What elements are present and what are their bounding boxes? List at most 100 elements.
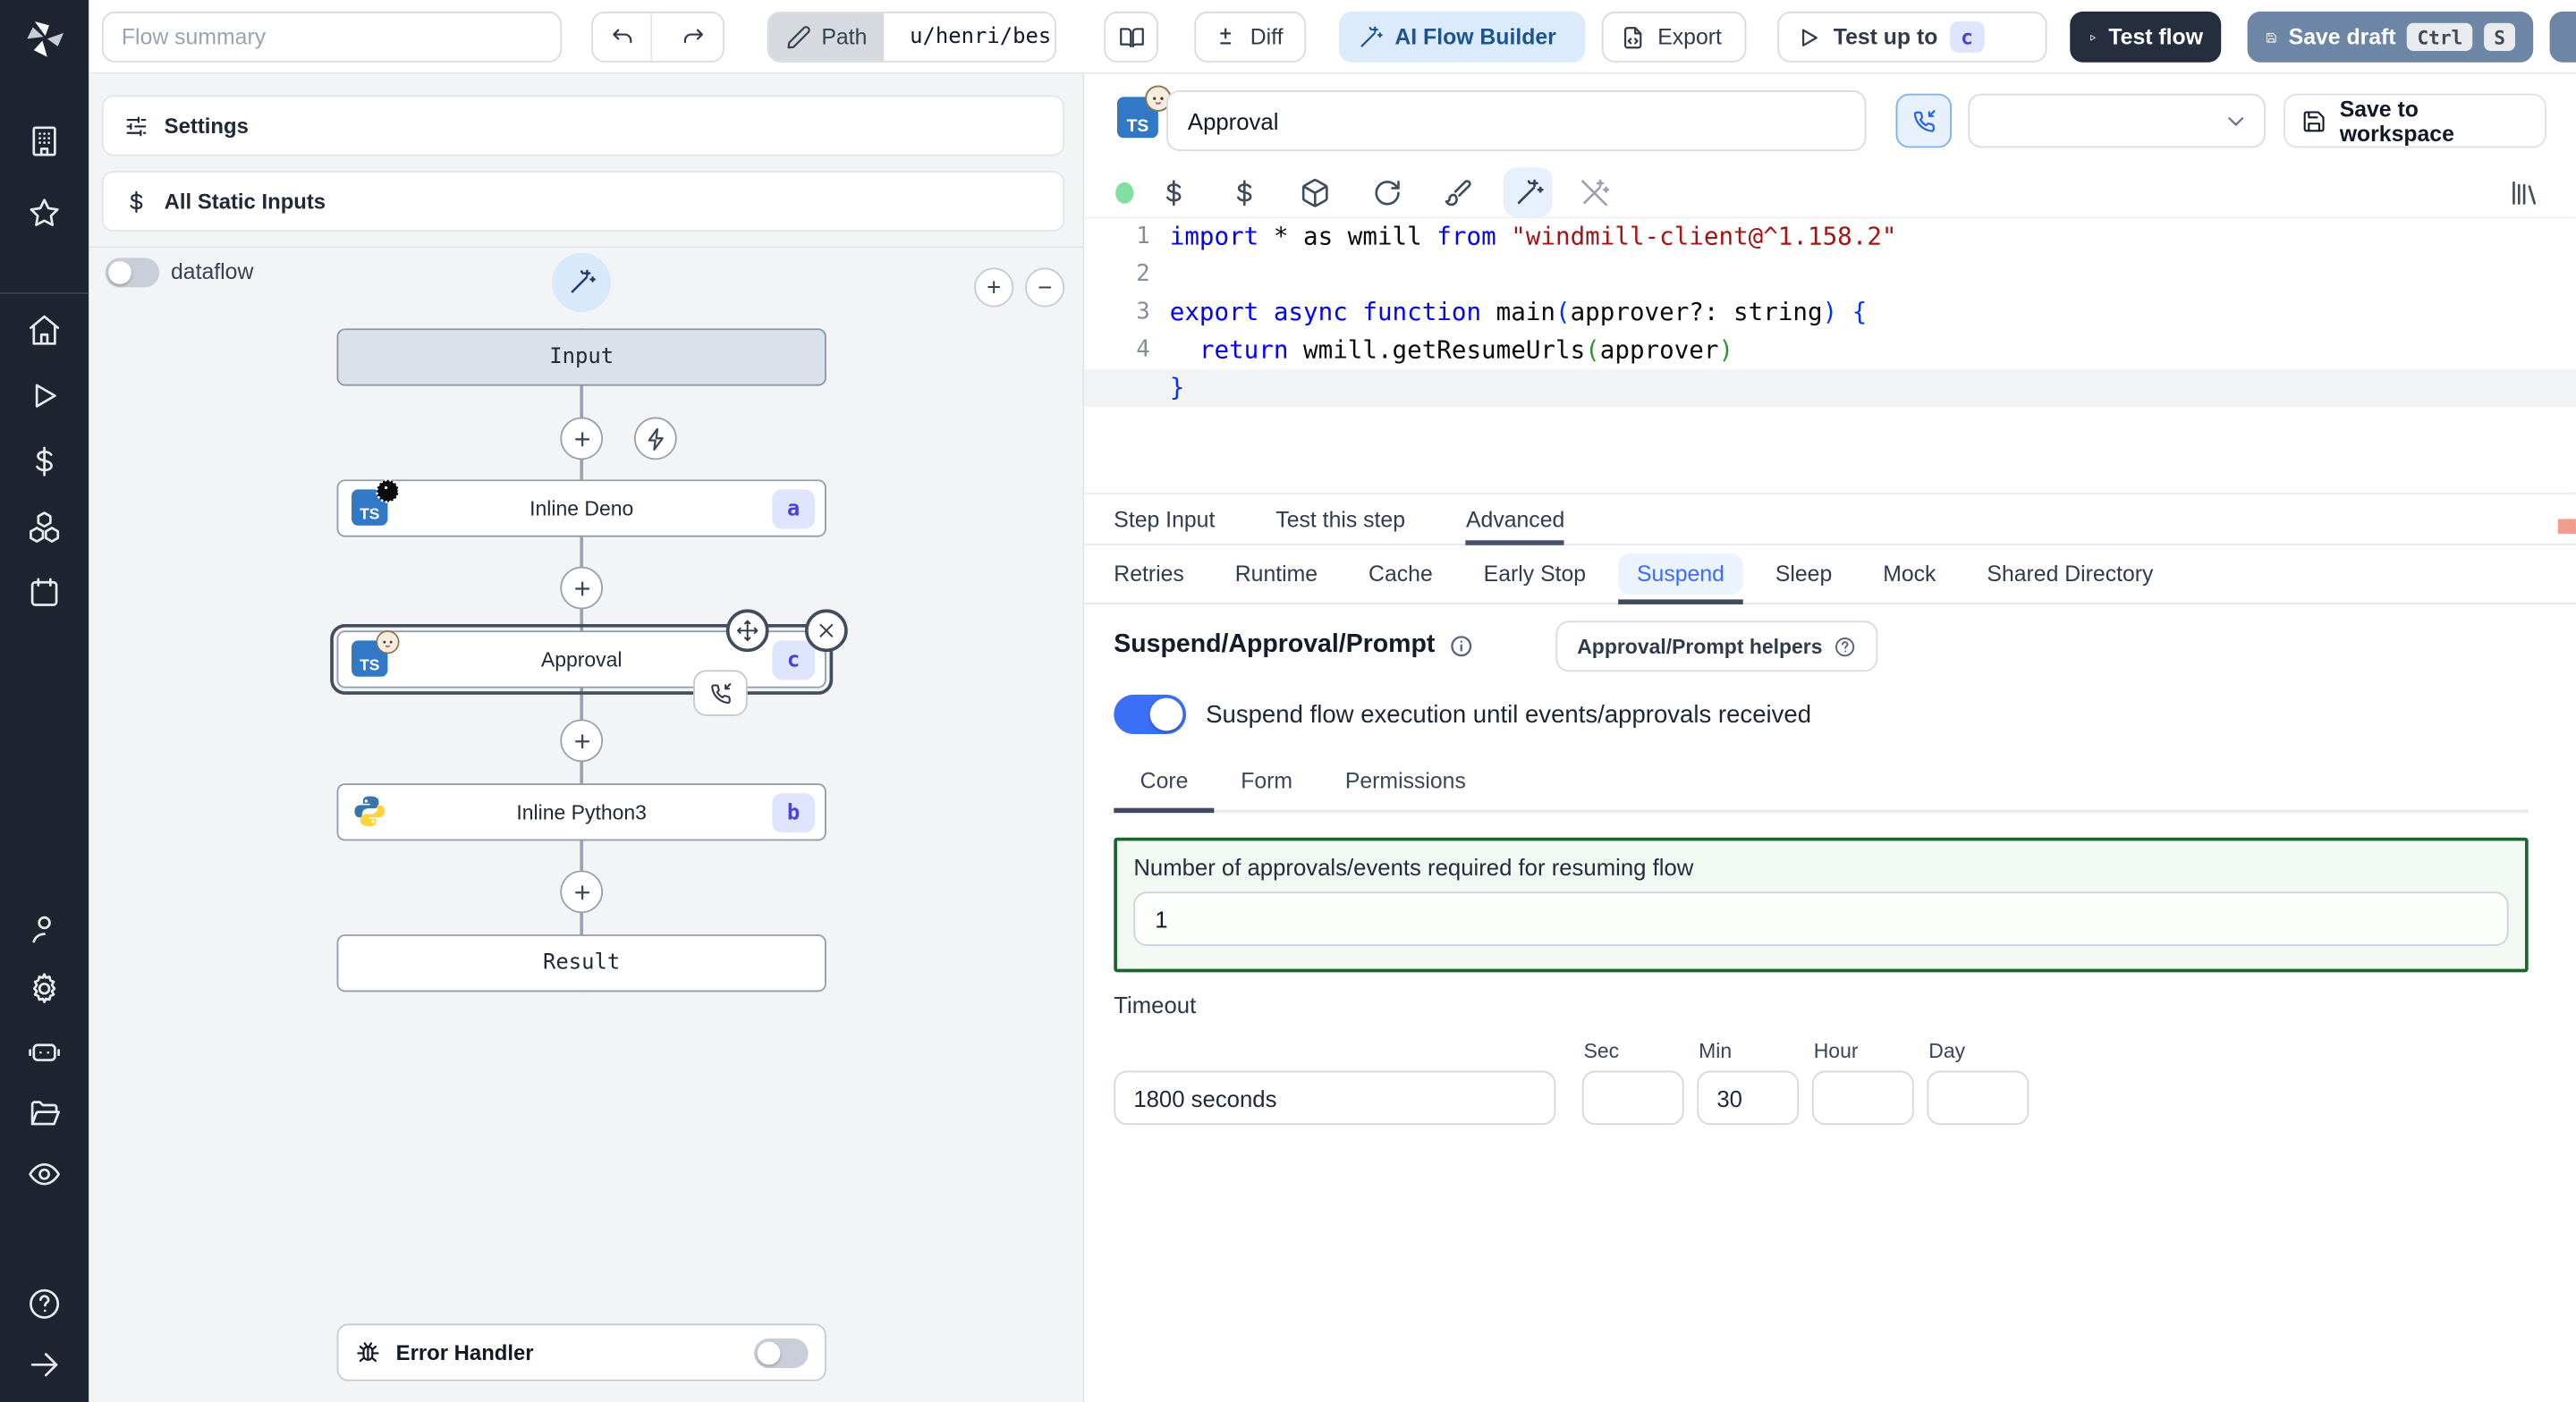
info-icon[interactable]	[1448, 633, 1473, 658]
delete-node-button[interactable]	[804, 609, 848, 653]
move-node-button[interactable]	[725, 609, 769, 653]
suspend-phone-button[interactable]	[1895, 93, 1952, 148]
resource-picker-button[interactable]	[1224, 173, 1263, 212]
library-icon	[2512, 180, 2536, 204]
error-handler-card[interactable]: Error Handler	[336, 1323, 826, 1381]
tab-cache[interactable]: Cache	[1368, 545, 1433, 603]
tab-early-stop[interactable]: Early Stop	[1484, 545, 1586, 603]
zoom-in-button[interactable]: +	[974, 267, 1014, 308]
code-line[interactable]: export async function main(approver?: st…	[1170, 294, 2576, 332]
settings-gear-icon[interactable]	[26, 970, 62, 1006]
all-static-inputs-button[interactable]: All Static Inputs	[101, 171, 1065, 232]
tab-suspend[interactable]: Suspend	[1618, 545, 1743, 604]
undo-button[interactable]	[593, 13, 653, 61]
variables-dollar-icon[interactable]	[26, 443, 62, 479]
file-code-icon	[1624, 26, 1642, 48]
ai-flow-builder-button[interactable]: AI Flow Builder	[1338, 11, 1586, 63]
workspace-building-icon[interactable]	[26, 123, 62, 159]
deploy-button-partial[interactable]	[2549, 11, 2576, 63]
ai-disabled-button[interactable]	[1574, 173, 1614, 212]
insert-step-button[interactable]	[560, 417, 604, 460]
step-name-input[interactable]	[1166, 90, 1867, 151]
sec-input[interactable]	[1581, 1070, 1684, 1126]
add-trigger-button[interactable]	[633, 417, 677, 460]
windmill-logo-icon[interactable]	[21, 15, 67, 61]
library-button[interactable]	[2504, 173, 2543, 212]
flow-settings-button[interactable]: Settings	[101, 95, 1065, 156]
save-floppy-icon	[2266, 31, 2276, 42]
tab-shared-directory[interactable]: Shared Directory	[1987, 545, 2153, 603]
app-sidebar	[0, 0, 89, 1402]
lsp-status-dot	[1115, 182, 1134, 204]
collapse-arrow-icon[interactable]	[26, 1347, 62, 1382]
approval-prompt-helpers-button[interactable]: Approval/Prompt helpers	[1555, 621, 1878, 672]
tab-advanced[interactable]: Advanced	[1465, 494, 1565, 545]
code-line[interactable]: return wmill.getResumeUrls(approver)	[1170, 332, 2576, 369]
package-button[interactable]	[1294, 173, 1334, 212]
test-flow-button[interactable]: Test flow	[2070, 11, 2222, 63]
flow-node-inline-python[interactable]: Inline Python3 b	[336, 783, 826, 841]
dataflow-toggle[interactable]	[105, 258, 160, 288]
redo-icon	[683, 28, 704, 43]
format-button[interactable]	[1437, 173, 1477, 212]
tab-sleep[interactable]: Sleep	[1775, 545, 1832, 603]
runs-play-icon[interactable]	[26, 377, 62, 413]
resources-boxes-icon[interactable]	[26, 509, 62, 545]
docs-button[interactable]	[1104, 11, 1158, 63]
test-up-to-button[interactable]: Test up to c	[1777, 11, 2047, 63]
min-input[interactable]	[1697, 1070, 1800, 1126]
code-line[interactable]: import * as wmill from "windmill-client@…	[1170, 218, 2576, 256]
bun-icon	[376, 630, 400, 655]
subtab-core[interactable]: Core	[1114, 750, 1216, 814]
tab-test-this-step[interactable]: Test this step	[1275, 494, 1405, 544]
subtab-form[interactable]: Form	[1215, 750, 1319, 809]
save-to-workspace-button[interactable]: Save to workspace	[2284, 93, 2546, 148]
users-person-icon[interactable]	[26, 911, 62, 947]
audit-eye-icon[interactable]	[26, 1156, 62, 1192]
code-editor[interactable]: 12345 import * as wmill from "windmill-c…	[1084, 218, 2576, 534]
diff-button[interactable]: Diff	[1194, 11, 1307, 63]
tab-step-input[interactable]: Step Input	[1114, 494, 1215, 544]
home-icon[interactable]	[26, 312, 62, 348]
reload-button[interactable]	[1367, 173, 1406, 212]
favorites-star-icon[interactable]	[26, 196, 62, 232]
insert-step-button[interactable]	[560, 566, 604, 610]
code-line[interactable]: }	[1084, 369, 2576, 408]
flow-node-inline-deno[interactable]: TS Inline Deno a	[336, 478, 826, 537]
insert-step-button[interactable]	[560, 719, 604, 763]
suspend-toggle[interactable]	[1114, 694, 1187, 735]
lightning-icon	[647, 427, 663, 451]
redo-button[interactable]	[664, 13, 723, 61]
path-button[interactable]: Path	[768, 13, 884, 61]
workers-robot-icon[interactable]	[26, 1033, 62, 1068]
flow-result-node[interactable]: Result	[336, 934, 826, 992]
approvals-required-input[interactable]	[1133, 891, 2509, 946]
timeout-seconds-input[interactable]	[1114, 1070, 1556, 1126]
schedules-calendar-icon[interactable]	[26, 575, 62, 611]
hour-input[interactable]	[1811, 1070, 1914, 1126]
code-line[interactable]	[1170, 257, 2576, 294]
insert-step-button[interactable]	[560, 870, 604, 914]
error-handler-toggle[interactable]	[754, 1337, 809, 1368]
path-value[interactable]: u/henri/bes	[895, 13, 1055, 61]
help-icon[interactable]	[26, 1286, 62, 1322]
ai-assistant-button[interactable]	[1503, 167, 1553, 217]
ai-wand-button[interactable]	[552, 252, 612, 312]
variable-picker-button[interactable]	[1153, 173, 1192, 212]
tab-mock[interactable]: Mock	[1883, 545, 1936, 603]
flow-input-node[interactable]: Input	[336, 328, 826, 386]
flow-summary-input[interactable]	[101, 11, 563, 63]
tab-runtime[interactable]: Runtime	[1235, 545, 1318, 603]
tag-select[interactable]	[1968, 93, 2266, 148]
save-icon	[2303, 110, 2325, 131]
export-button[interactable]: Export	[1601, 11, 1747, 63]
folders-icon[interactable]	[26, 1095, 62, 1131]
tab-retries[interactable]: Retries	[1114, 545, 1184, 603]
error-handler-label: Error Handler	[395, 1339, 534, 1365]
day-input[interactable]	[1927, 1070, 2029, 1126]
save-draft-button[interactable]: Save draft Ctrl S	[2247, 11, 2534, 63]
export-label: Export	[1657, 24, 1722, 50]
zoom-out-button[interactable]: −	[1025, 267, 1065, 308]
plus-icon	[574, 580, 589, 595]
subtab-permissions[interactable]: Permissions	[1318, 750, 1492, 809]
